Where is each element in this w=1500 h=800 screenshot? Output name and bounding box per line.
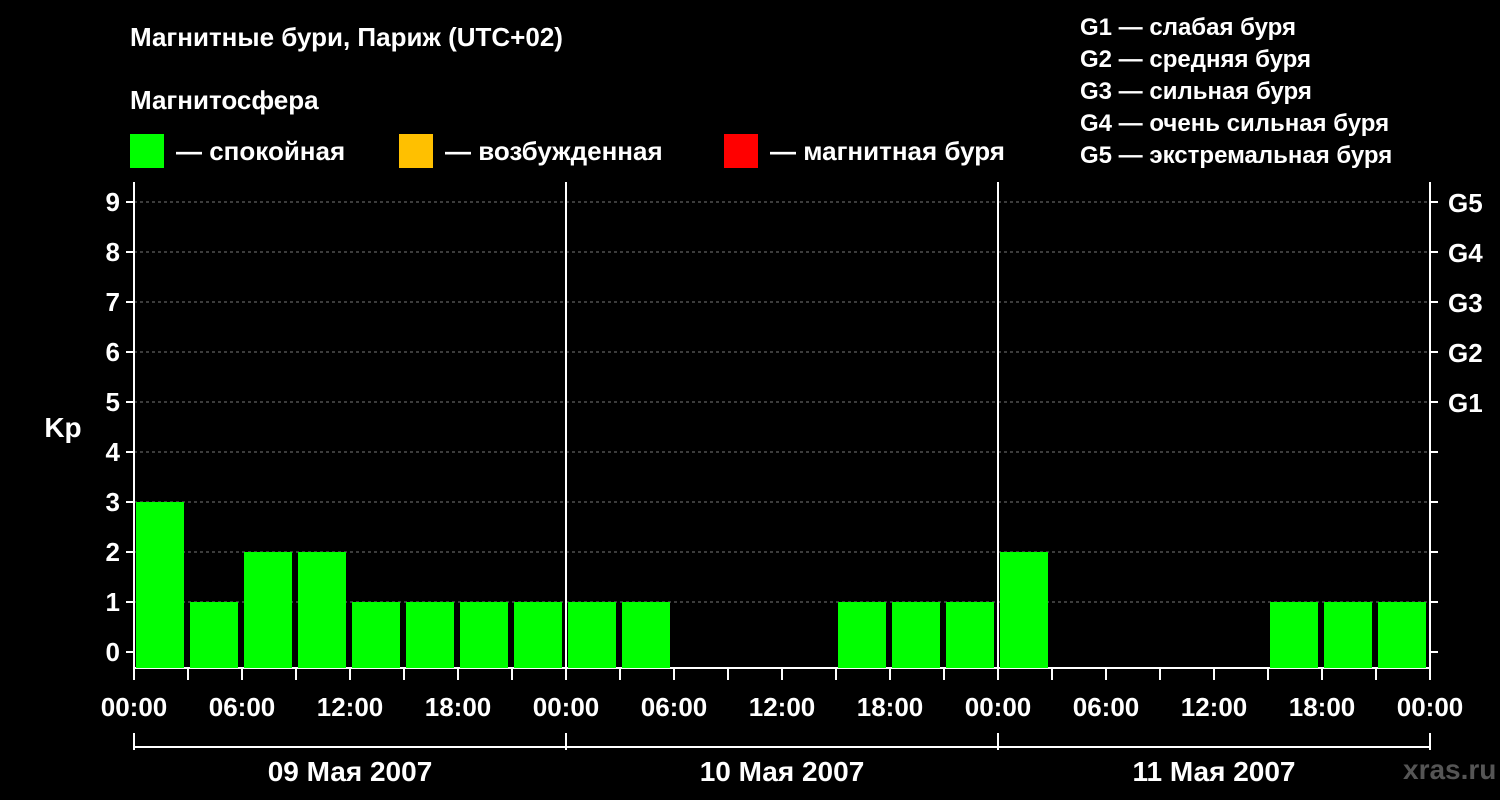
kp-bar bbox=[838, 602, 886, 668]
y-tick-label: 5 bbox=[106, 387, 120, 417]
y-tick-label: 4 bbox=[106, 437, 121, 467]
day-label: 10 Мая 2007 bbox=[700, 756, 865, 787]
y-tick-label: 6 bbox=[106, 337, 120, 367]
watermark: xras.ru bbox=[1403, 754, 1497, 785]
y-tick-label: 8 bbox=[106, 237, 120, 267]
x-tick-label: 18:00 bbox=[1289, 692, 1356, 722]
kp-bar bbox=[244, 552, 292, 668]
kp-bar bbox=[892, 602, 940, 668]
x-tick-label: 18:00 bbox=[857, 692, 924, 722]
kp-bar bbox=[136, 502, 184, 668]
kp-bar bbox=[1378, 602, 1426, 668]
kp-bar bbox=[946, 602, 994, 668]
y-tick-label: 1 bbox=[106, 587, 120, 617]
x-tick-label: 12:00 bbox=[749, 692, 816, 722]
x-tick-label: 12:00 bbox=[317, 692, 384, 722]
kp-bar-chart: 0 1 2 3 4 5 6 7 8 9 G1 G2 G3 G4 G5 Kp 00:00 06:00 12:00 18:… bbox=[44, 182, 1483, 787]
kp-bar bbox=[298, 552, 346, 668]
x-tick-label: 00:00 bbox=[965, 692, 1032, 722]
kp-bar bbox=[190, 602, 238, 668]
kp-bar bbox=[406, 602, 454, 668]
x-tick-label: 06:00 bbox=[1073, 692, 1140, 722]
y-tick-label: 3 bbox=[106, 487, 120, 517]
kp-bar bbox=[1000, 552, 1048, 668]
y-tick-label: 9 bbox=[106, 187, 120, 217]
g-level-label: G1 bbox=[1448, 388, 1483, 418]
x-tick-label: 12:00 bbox=[1181, 692, 1248, 722]
g-level-label: G4 bbox=[1448, 238, 1483, 268]
y-tick-label: 2 bbox=[106, 537, 120, 567]
day-label: 11 Мая 2007 bbox=[1132, 756, 1295, 787]
g-level-label: G2 bbox=[1448, 338, 1483, 368]
x-tick-label: 00:00 bbox=[101, 692, 168, 722]
kp-bar bbox=[568, 602, 616, 668]
g-level-label: G3 bbox=[1448, 288, 1483, 318]
kp-bar bbox=[514, 602, 562, 668]
x-tick-label: 06:00 bbox=[209, 692, 276, 722]
day-label: 09 Мая 2007 bbox=[268, 756, 433, 787]
y-axis-label: Kp bbox=[44, 412, 81, 443]
x-tick-label: 06:00 bbox=[641, 692, 708, 722]
y-tick-label: 0 bbox=[106, 637, 120, 667]
g-level-label: G5 bbox=[1448, 188, 1483, 218]
kp-bar bbox=[1270, 602, 1318, 668]
kp-bar bbox=[622, 602, 670, 668]
x-tick-label: 18:00 bbox=[425, 692, 492, 722]
kp-bar bbox=[1324, 602, 1372, 668]
x-tick-label: 00:00 bbox=[533, 692, 600, 722]
y-tick-label: 7 bbox=[106, 287, 120, 317]
kp-bar bbox=[352, 602, 400, 668]
x-tick-label: 00:00 bbox=[1397, 692, 1464, 722]
kp-bar bbox=[460, 602, 508, 668]
